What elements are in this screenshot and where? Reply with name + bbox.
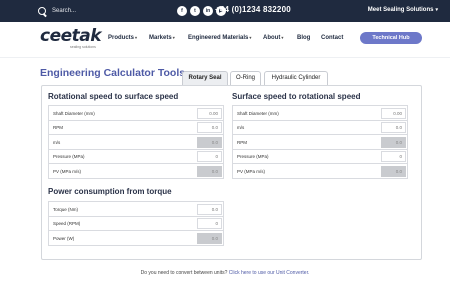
nav-label: Engineered Materials — [188, 35, 249, 41]
tab-hydraulic-cylinder[interactable]: Hydraulic Cylinder — [264, 71, 328, 85]
search-icon[interactable] — [38, 6, 47, 16]
field-label: Power (W) — [53, 235, 75, 241]
nav-label: Products — [108, 35, 135, 41]
table-row: m/s 0.0 — [233, 121, 407, 135]
tab-o-ring[interactable]: O-Ring — [230, 71, 261, 85]
chevron-down-icon: ▾ — [281, 35, 284, 40]
pressure-field[interactable]: 0 — [381, 151, 406, 162]
linkedin-icon[interactable]: in — [203, 6, 213, 16]
power-calculator: Torque (Nm) 0.0 Speed (RPM) 0 Power (W) 0.0 — [48, 201, 224, 246]
field-label: PV (MPa m/s) — [237, 168, 266, 174]
rot-to-surface-calculator: Shaft Diameter (mm) 0.00 RPM 0.0 m/s 0.0 Pr… — [48, 105, 224, 179]
field-label: m/s — [237, 125, 245, 130]
torque-field[interactable]: 0.0 — [197, 203, 222, 215]
table-row: Power (W) 0.0 — [49, 231, 223, 246]
search-box[interactable]: Search... — [38, 5, 76, 17]
chevron-down-icon: ▾ — [172, 35, 175, 40]
ceetak-logo[interactable]: ceetak sealing solutions — [40, 26, 102, 50]
logo-mark: ceetak — [40, 26, 102, 46]
field-label: RPM — [237, 139, 247, 145]
nav-item-markets[interactable]: Markets▾ — [149, 35, 175, 41]
table-row: PV (MPa m/s) 0.0 — [233, 164, 407, 179]
field-label: Pressure (MPa) — [53, 154, 85, 159]
power-output: 0.0 — [197, 232, 222, 244]
phone-number[interactable]: +44 (0)1234 832200 — [215, 5, 291, 14]
calculator-panel: Rotational speed to surface speed Shaft … — [41, 85, 422, 260]
chevron-down-icon: ▾ — [435, 7, 438, 13]
twitter-icon[interactable]: t — [190, 6, 200, 16]
table-row: m/s 0.0 — [49, 135, 223, 150]
surface-speed-output: 0.0 — [197, 136, 222, 148]
table-row: Torque (Nm) 0.0 — [49, 202, 223, 217]
unit-converter-link[interactable]: Click here to use our Unit Converter. — [229, 270, 310, 276]
field-label: Torque (Nm) — [53, 206, 79, 212]
table-row: Shaft Diameter (mm) 0.00 — [233, 106, 407, 121]
nav-item-products[interactable]: Products▾ — [108, 35, 137, 41]
table-row: Pressure (MPa) 0 — [233, 150, 407, 164]
chevron-down-icon: ▾ — [249, 35, 252, 40]
rot-to-surface-title: Rotational speed to surface speed — [48, 92, 179, 101]
page-title: Engineering Calculator Tools — [40, 67, 186, 79]
nav-label: Contact — [321, 35, 344, 41]
meet-sealing-solutions-link[interactable]: Meet Sealing Solutions ▾ — [368, 7, 438, 13]
surface-speed-field[interactable]: 0.0 — [381, 122, 406, 133]
speed-field[interactable]: 0 — [197, 218, 222, 229]
rpm-field[interactable]: 0.0 — [197, 122, 222, 133]
nav-label: About — [263, 35, 281, 41]
pressure-field[interactable]: 0 — [197, 151, 222, 162]
field-label: RPM — [53, 125, 63, 130]
nav-item-blog[interactable]: Blog — [297, 35, 310, 41]
surface-to-rot-title: Surface speed to rotational speed — [232, 92, 361, 101]
power-title: Power consumption from torque — [48, 187, 172, 196]
table-row: Shaft Diameter (mm) 0.00 — [49, 106, 223, 121]
unit-converter-note: Do you need to convert between units? Cl… — [0, 270, 450, 276]
site-header: ceetak sealing solutions Products▾ Marke… — [0, 22, 450, 58]
surface-to-rot-calculator: Shaft Diameter (mm) 0.00 m/s 0.0 RPM 0.0 Pr… — [232, 105, 408, 179]
field-label: PV (MPa m/s) — [53, 168, 82, 174]
shaft-diameter-field[interactable]: 0.00 — [381, 107, 406, 119]
field-label: Shaft Diameter (mm) — [53, 110, 95, 116]
nav-label: Blog — [297, 35, 311, 41]
technical-hub-button[interactable]: Technical Hub — [360, 32, 422, 44]
field-label: m/s — [53, 139, 61, 145]
table-row: PV (MPa m/s) 0.0 — [49, 164, 223, 179]
rpm-output: 0.0 — [381, 136, 406, 148]
pv-output: 0.0 — [381, 165, 406, 177]
nav-item-engineered-materials[interactable]: Engineered Materials▾ — [188, 35, 251, 41]
top-bar: Search... f t in ▶ +44 (0)1234 832200 Me… — [0, 0, 450, 22]
shaft-diameter-field[interactable]: 0.00 — [197, 107, 222, 119]
unit-converter-question: Do you need to convert between units? — [140, 270, 228, 276]
search-input[interactable]: Search... — [52, 8, 76, 14]
tab-rotary-seal[interactable]: Rotary Seal — [182, 71, 228, 85]
nav-label: Markets — [149, 35, 172, 41]
nav-item-contact[interactable]: Contact — [321, 35, 343, 41]
chevron-down-icon: ▾ — [135, 35, 138, 40]
meet-sealing-solutions-label: Meet Sealing Solutions — [367, 7, 434, 13]
field-label: Pressure (MPa) — [237, 154, 269, 159]
facebook-icon[interactable]: f — [177, 6, 187, 16]
table-row: Speed (RPM) 0 — [49, 217, 223, 231]
table-row: Pressure (MPa) 0 — [49, 150, 223, 164]
field-label: Shaft Diameter (mm) — [237, 110, 279, 116]
field-label: Speed (RPM) — [53, 221, 81, 226]
nav-item-about[interactable]: About▾ — [263, 35, 283, 41]
pv-output: 0.0 — [197, 165, 222, 177]
table-row: RPM 0.0 — [49, 121, 223, 135]
table-row: RPM 0.0 — [233, 135, 407, 150]
